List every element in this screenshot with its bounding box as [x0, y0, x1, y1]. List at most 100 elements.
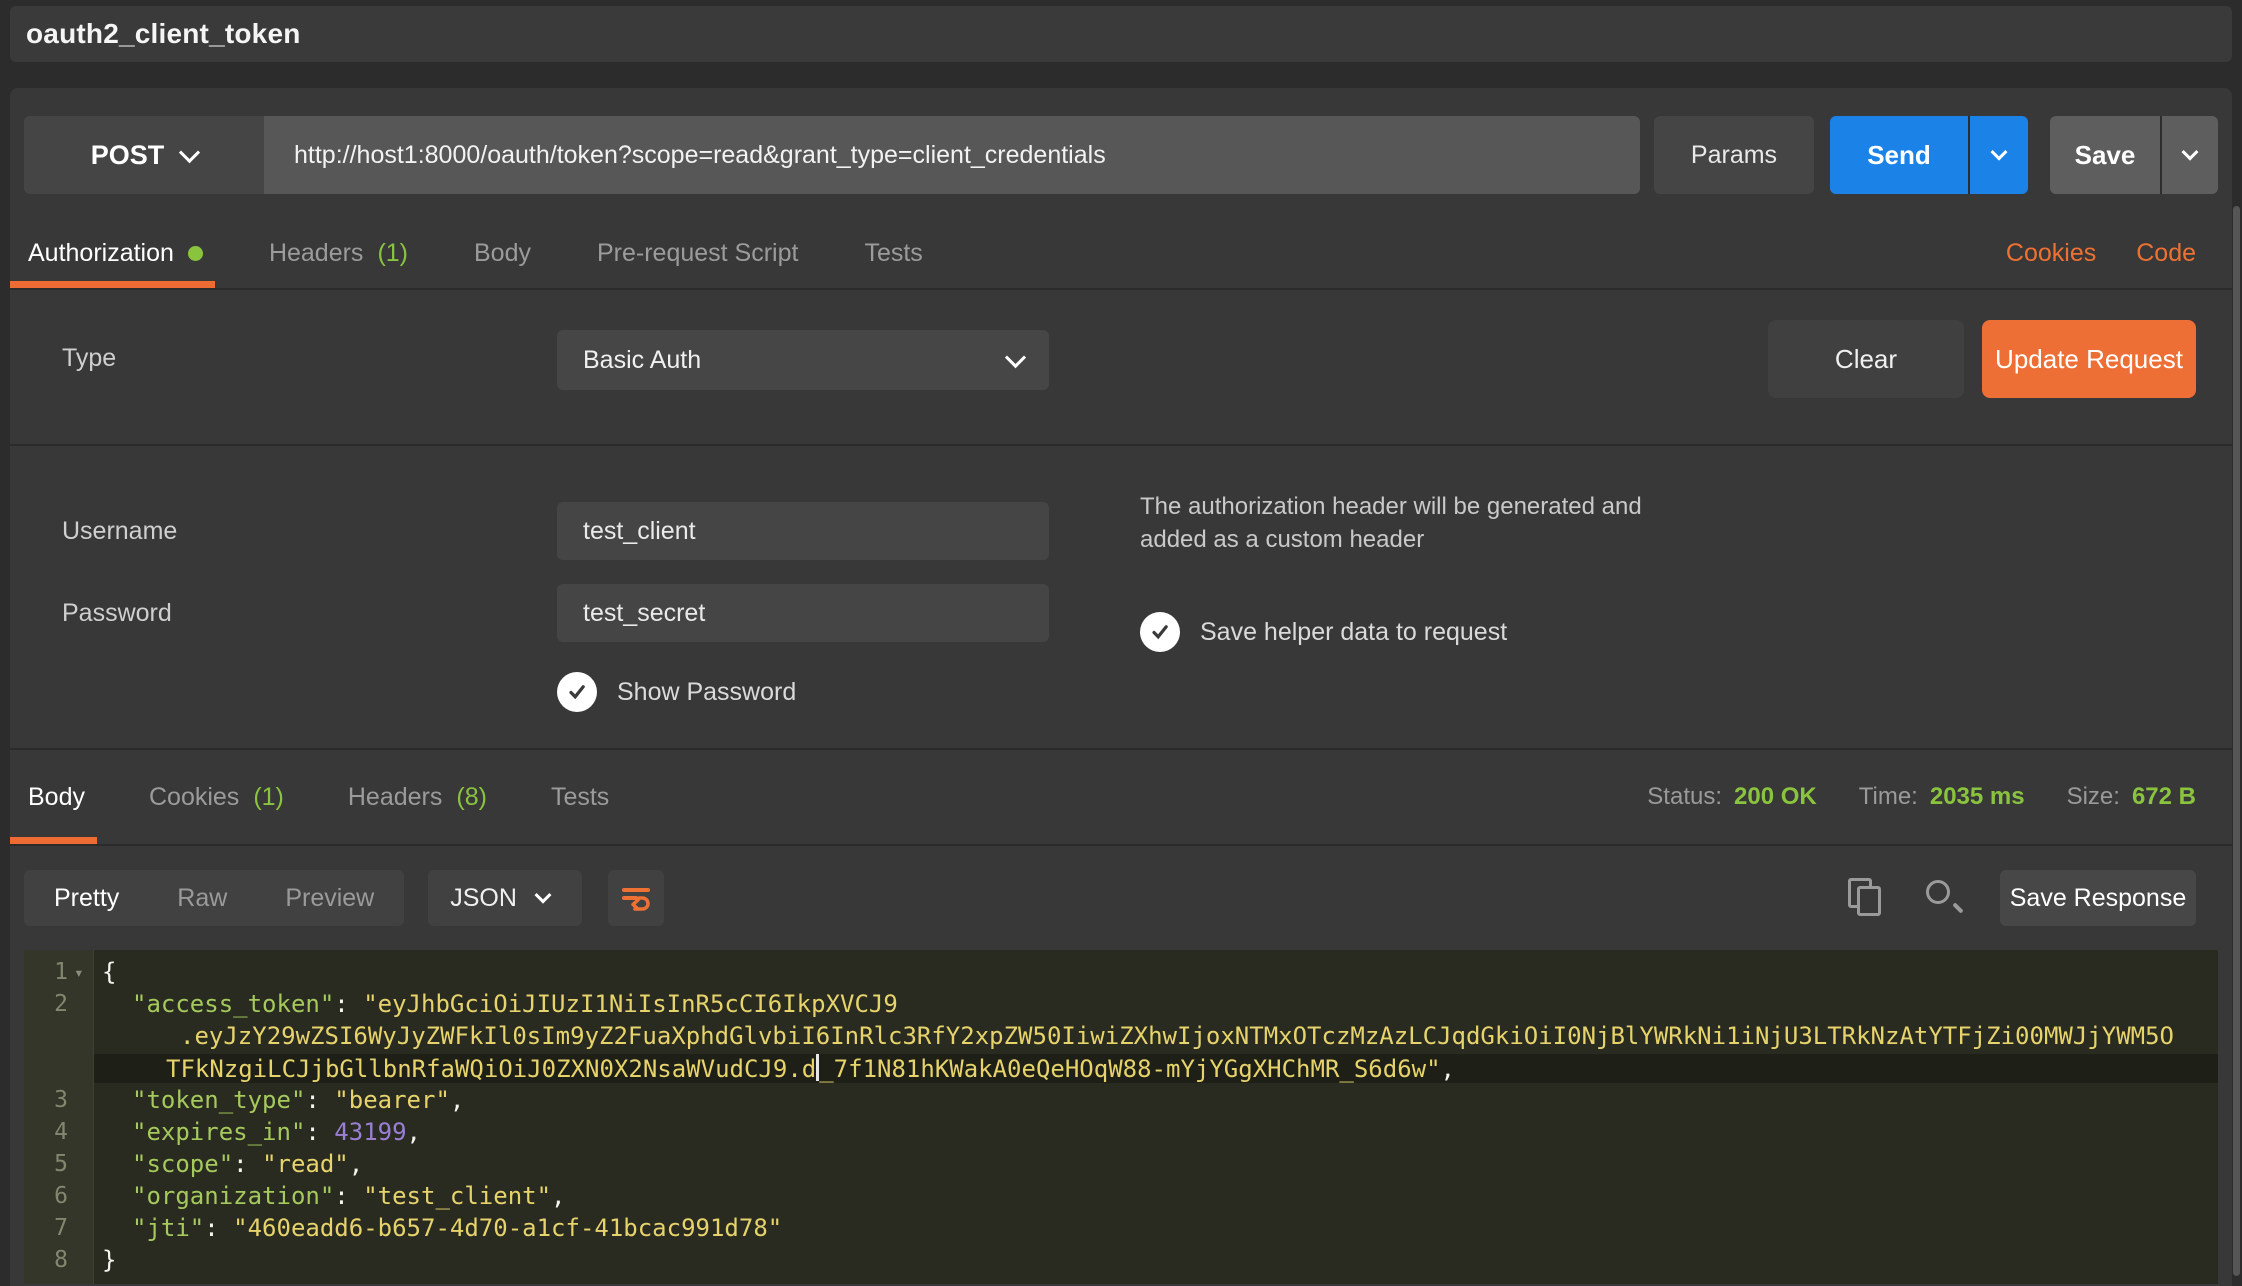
auth-type-row: Type Basic Auth Clear Update Request — [10, 290, 2232, 444]
response-tab-cookies[interactable]: Cookies (1) — [145, 750, 288, 844]
code-text: "token_type": "bearer", — [94, 1086, 2218, 1114]
copy-button[interactable] — [1844, 876, 1888, 920]
request-builder-row: POST http://host1:8000/oauth/token?scope… — [24, 116, 2218, 194]
tab-label: Tests — [551, 783, 609, 812]
cookies-link[interactable]: Cookies — [2006, 239, 2096, 268]
green-dot-icon — [188, 246, 203, 261]
params-button[interactable]: Params — [1654, 116, 1814, 194]
username-label: Username — [62, 517, 557, 546]
code-text: .eyJzY29wZSI6WyJyZWFkIl0sIm9yZ2FuaXphdGl… — [94, 1022, 2218, 1050]
tab-label: Tests — [864, 239, 922, 268]
line-number: 8 — [24, 1247, 94, 1273]
code-text: "access_token": "eyJhbGciOiJIUzI1NiIsInR… — [94, 990, 2218, 1018]
update-request-button[interactable]: Update Request — [1982, 320, 2196, 398]
tab-label: Body — [474, 239, 531, 268]
code-line: 5"scope": "read", — [24, 1148, 2218, 1180]
password-field[interactable] — [557, 584, 1049, 642]
password-label: Password — [62, 599, 557, 628]
tab-label: Cookies — [149, 783, 239, 812]
checkmark-icon — [557, 672, 597, 712]
response-header: Body Cookies (1) Headers (8) Tests Status: 200… — [10, 750, 2232, 844]
chevron-down-icon — [179, 142, 200, 163]
code-line: 7"jti": "460eadd6-b657-4d70-a1cf-41bcac9… — [24, 1212, 2218, 1244]
username-field[interactable] — [557, 502, 1049, 560]
code-text: "expires_in": 43199, — [94, 1118, 2218, 1146]
code-line: 2"access_token": "eyJhbGciOiJIUzI1NiIsIn… — [24, 988, 2218, 1020]
toolbar-right: Save Response — [1844, 870, 2196, 926]
code-link[interactable]: Code — [2136, 239, 2196, 268]
show-password-label: Show Password — [617, 678, 796, 707]
line-number: 3 — [24, 1087, 94, 1113]
url-input[interactable]: http://host1:8000/oauth/token?scope=read… — [264, 116, 1640, 194]
chevron-down-icon — [1991, 144, 2008, 161]
send-split-button: Send — [1830, 116, 2028, 194]
chevron-down-icon — [1005, 347, 1026, 368]
tab-count-badge: (8) — [456, 783, 487, 812]
fold-arrow-icon[interactable]: ▾ — [74, 963, 94, 982]
method-url-group: POST http://host1:8000/oauth/token?scope… — [24, 116, 1640, 194]
url-value: http://host1:8000/oauth/token?scope=read… — [294, 141, 1106, 170]
tab-label: Body — [28, 783, 85, 812]
line-number: 7 — [24, 1215, 94, 1241]
tab-count-badge: (1) — [253, 783, 284, 812]
save-helper-label: Save helper data to request — [1200, 618, 1507, 647]
request-tab-list: Authorization Headers(1) Body Pre-request S… — [24, 218, 985, 288]
save-split-button: Save — [2050, 116, 2218, 194]
code-text: { — [94, 958, 2218, 986]
response-meta: Status: 200 OK Time: 2035 ms Size:672 B — [1647, 750, 2196, 844]
meta-size: Size:672 B — [2067, 783, 2196, 811]
chevron-down-icon — [534, 887, 551, 904]
meta-time: Time: 2035 ms — [1859, 783, 2025, 811]
wrap-text-button[interactable] — [608, 870, 664, 926]
show-password-checkbox[interactable]: Show Password — [557, 672, 1049, 712]
request-title: oauth2_client_token — [26, 18, 301, 50]
clear-button[interactable]: Clear — [1768, 320, 1964, 398]
http-method-select[interactable]: POST — [24, 116, 264, 194]
checkmark-icon — [1140, 612, 1180, 652]
tab-tests[interactable]: Tests — [860, 218, 926, 288]
tab-count-badge: (1) — [377, 239, 408, 268]
auth-helper-column: The authorization header will be generat… — [1140, 490, 1760, 652]
auth-type-value: Basic Auth — [583, 346, 1008, 375]
auth-type-select[interactable]: Basic Auth — [557, 330, 1049, 390]
view-mode-preview[interactable]: Preview — [285, 884, 374, 913]
send-button[interactable]: Send — [1830, 116, 1968, 194]
response-tab-list: Body Cookies (1) Headers (8) Tests — [24, 750, 669, 844]
save-button[interactable]: Save — [2050, 116, 2160, 194]
tab-headers[interactable]: Headers(1) — [265, 218, 412, 288]
view-mode-group: Pretty Raw Preview — [24, 870, 404, 926]
tab-label: Headers — [348, 783, 443, 812]
code-line: 1▾{ — [24, 956, 2218, 988]
save-options-button[interactable] — [2162, 116, 2218, 194]
window-scrollbar[interactable] — [2233, 206, 2240, 1276]
http-method-value: POST — [91, 140, 165, 171]
send-options-button[interactable] — [1970, 116, 2028, 194]
meta-value: 200 OK — [1734, 783, 1817, 811]
response-toolbar: Pretty Raw Preview JSON Save Response — [10, 846, 2232, 950]
meta-label: Status: — [1647, 783, 1722, 811]
code-line: TFkNzgiLCJjbGllbnRfaWQiOiJ0ZXN0X2NsaWVud… — [24, 1052, 2218, 1084]
tab-authorization[interactable]: Authorization — [24, 218, 207, 288]
response-body-viewer[interactable]: 1▾{2"access_token": "eyJhbGciOiJIUzI1NiI… — [24, 950, 2218, 1284]
meta-label: Time: — [1859, 783, 1918, 811]
chevron-down-icon — [2182, 144, 2199, 161]
response-tab-tests[interactable]: Tests — [547, 750, 613, 844]
request-tabs: Authorization Headers(1) Body Pre-request S… — [10, 218, 2232, 288]
save-response-button[interactable]: Save Response — [2000, 870, 2196, 926]
wrap-text-icon — [619, 881, 653, 915]
meta-status: Status: 200 OK — [1647, 783, 1816, 811]
code-line: .eyJzY29wZSI6WyJyZWFkIl0sIm9yZ2FuaXphdGl… — [24, 1020, 2218, 1052]
view-mode-pretty[interactable]: Pretty — [54, 884, 119, 913]
meta-value: 2035 ms — [1930, 783, 2025, 811]
response-tab-body[interactable]: Body — [24, 750, 89, 844]
response-tab-headers[interactable]: Headers (8) — [344, 750, 491, 844]
search-button[interactable] — [1922, 876, 1966, 920]
format-select[interactable]: JSON — [428, 870, 582, 926]
save-helper-checkbox[interactable]: Save helper data to request — [1140, 612, 1760, 652]
window-title-bar: oauth2_client_token — [10, 6, 2232, 62]
view-mode-raw[interactable]: Raw — [177, 884, 227, 913]
tab-pre-request-script[interactable]: Pre-request Script — [593, 218, 802, 288]
line-number: 4 — [24, 1119, 94, 1145]
credentials-grid: Username Password Show Password — [10, 446, 2232, 712]
tab-body[interactable]: Body — [470, 218, 535, 288]
